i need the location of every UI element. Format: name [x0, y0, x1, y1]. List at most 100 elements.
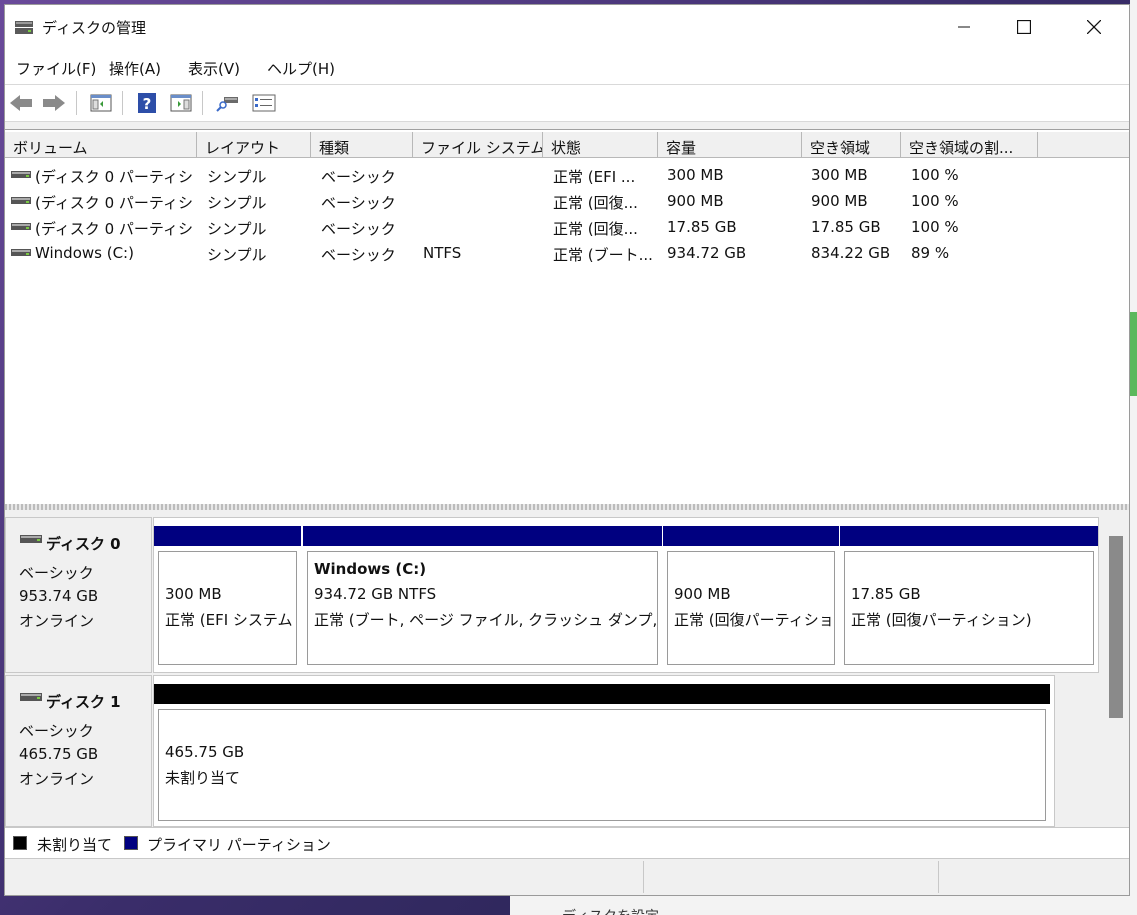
menu-help[interactable]: ヘルプ(H): [267, 58, 335, 79]
column-header-capacity[interactable]: 容量: [658, 132, 802, 158]
maximize-icon: [1017, 20, 1031, 34]
pane-splitter[interactable]: [5, 504, 1129, 510]
volume-icon: [11, 223, 31, 230]
volume-icon: [11, 197, 31, 204]
column-header-layout[interactable]: レイアウト: [197, 132, 311, 158]
menu-file[interactable]: ファイル(F): [16, 58, 96, 79]
partition-recovery-2[interactable]: 17.85 GB 正常 (回復パーティション): [840, 526, 1098, 668]
volume-free-space: 900 MB: [811, 192, 868, 210]
maximize-button[interactable]: [989, 5, 1059, 49]
partition-status: 正常 (回復パーティショ: [674, 611, 834, 629]
volume-free-space: 300 MB: [811, 166, 868, 184]
disk-0-partitions: 300 MB 正常 (EFI システム Windows (C:) 934.72 …: [153, 517, 1099, 673]
primary-partition-band: [303, 526, 662, 546]
partition-unallocated[interactable]: 465.75 GB 未割り当て: [154, 684, 1050, 824]
show-hide-action-pane-button[interactable]: [168, 90, 194, 116]
forward-button[interactable]: [41, 90, 67, 116]
column-header-volume[interactable]: ボリューム: [5, 132, 197, 158]
partition-recovery-1[interactable]: 900 MB 正常 (回復パーティショ: [663, 526, 839, 668]
disk-management-app-icon: [15, 21, 33, 34]
back-button[interactable]: [8, 90, 34, 116]
connect-button[interactable]: [215, 90, 241, 116]
status-segment: [643, 861, 939, 893]
volume-name: (ディスク 0 パーティショ...: [35, 220, 195, 238]
volume-filesystem: NTFS: [423, 244, 462, 262]
properties-button[interactable]: [251, 90, 277, 116]
volume-percent-free: 100 %: [911, 166, 959, 184]
menu-action[interactable]: 操作(A): [109, 58, 161, 79]
disk-management-window: ディスクの管理 ファイル(F) 操作(A) 表示(V) ヘルプ(H) ? ボリュ…: [4, 4, 1130, 896]
column-header-free-space[interactable]: 空き領域: [802, 132, 901, 158]
disk-name: ディスク 0: [46, 535, 121, 553]
forward-arrow-icon: [43, 95, 65, 111]
partition-body: 465.75 GB 未割り当て: [158, 709, 1046, 821]
help-button[interactable]: ?: [134, 90, 160, 116]
title-bar[interactable]: ディスクの管理: [5, 5, 1129, 49]
disk-type: ベーシック: [19, 722, 94, 740]
toolbar: ?: [5, 85, 1129, 122]
partition-body: 17.85 GB 正常 (回復パーティション): [844, 551, 1094, 665]
column-header-percent-free[interactable]: 空き領域の割...: [901, 132, 1038, 158]
action-pane-icon: [170, 94, 192, 112]
volume-icon: [11, 171, 31, 178]
status-segment: [938, 861, 1129, 893]
column-header-type[interactable]: 種類: [311, 132, 413, 158]
legend-label-unallocated: 未割り当て: [37, 836, 113, 854]
volume-layout: シンプル: [207, 168, 267, 186]
partition-size: 17.85 GB: [851, 585, 921, 603]
legend-label-primary: プライマリ パーティション: [147, 836, 331, 854]
volume-type: ベーシック: [321, 220, 396, 238]
volume-percent-free: 89 %: [911, 244, 950, 262]
disk-1-label[interactable]: ディスク 1 ベーシック 465.75 GB オンライン: [5, 675, 152, 827]
background-accent: [1130, 312, 1137, 396]
background-window-edge: [1130, 0, 1137, 915]
disk-1-partitions: 465.75 GB 未割り当て: [153, 675, 1055, 827]
show-hide-console-tree-button[interactable]: [88, 90, 114, 116]
volume-layout: シンプル: [207, 194, 267, 212]
volume-capacity: 17.85 GB: [667, 218, 737, 236]
disk-type: ベーシック: [19, 564, 94, 582]
menu-bar: ファイル(F) 操作(A) 表示(V) ヘルプ(H): [5, 49, 1129, 85]
volume-status: 正常 (回復...: [553, 220, 638, 238]
volume-free-space: 834.22 GB: [811, 244, 891, 262]
toolbar-separator: [76, 91, 77, 115]
volume-row[interactable]: Windows (C:) シンプル ベーシック NTFS 正常 (ブート... …: [5, 239, 1129, 265]
partition-windows-c[interactable]: Windows (C:) 934.72 GB NTFS 正常 (ブート, ページ…: [303, 526, 662, 668]
legend: 未割り当て プライマリ パーティション: [5, 827, 1129, 859]
volume-status: 正常 (回復...: [553, 194, 638, 212]
disk-icon: [20, 693, 42, 701]
scrollbar-thumb[interactable]: [1109, 536, 1123, 718]
column-header-status[interactable]: 状態: [543, 132, 658, 158]
disk-state: オンライン: [19, 770, 95, 788]
back-arrow-icon: [10, 95, 32, 111]
primary-partition-band: [663, 526, 839, 546]
volume-row[interactable]: (ディスク 0 パーティショ... シンプル ベーシック 正常 (回復... 9…: [5, 187, 1129, 213]
volume-capacity: 300 MB: [667, 166, 724, 184]
volume-type: ベーシック: [321, 246, 396, 264]
menu-view[interactable]: 表示(V): [188, 58, 240, 79]
column-header-filesystem[interactable]: ファイル システム: [413, 132, 543, 158]
partition-body: 300 MB 正常 (EFI システム: [158, 551, 297, 665]
close-icon: [1087, 20, 1101, 34]
partition-size: 934.72 GB NTFS: [314, 585, 437, 603]
properties-icon: [252, 94, 276, 112]
volume-row[interactable]: (ディスク 0 パーティショ... シンプル ベーシック 正常 (回復... 1…: [5, 213, 1129, 239]
legend-swatch-unallocated: [13, 836, 27, 850]
volume-name: Windows (C:): [35, 244, 134, 262]
volume-status: 正常 (ブート...: [553, 246, 653, 264]
partition-efi[interactable]: 300 MB 正常 (EFI システム: [154, 526, 301, 668]
partition-size: 300 MB: [165, 585, 222, 603]
volume-row[interactable]: (ディスク 0 パーティショ... シンプル ベーシック 正常 (EFI ...…: [5, 161, 1129, 187]
help-icon: ?: [138, 93, 156, 113]
volume-list[interactable]: ボリューム レイアウト 種類 ファイル システム 状態 容量 空き領域 空き領域…: [5, 129, 1129, 505]
volume-free-space: 17.85 GB: [811, 218, 881, 236]
partition-status: 正常 (EFI システム: [165, 611, 293, 629]
partition-status: 正常 (回復パーティション): [851, 611, 1032, 629]
close-button[interactable]: [1059, 5, 1129, 49]
disk-map-scrollbar[interactable]: [1105, 511, 1127, 827]
connect-icon: [216, 97, 238, 112]
toolbar-separator: [122, 91, 123, 115]
disk-name: ディスク 1: [46, 693, 121, 711]
volume-layout: シンプル: [207, 246, 267, 264]
disk-0-label[interactable]: ディスク 0 ベーシック 953.74 GB オンライン: [5, 517, 152, 673]
